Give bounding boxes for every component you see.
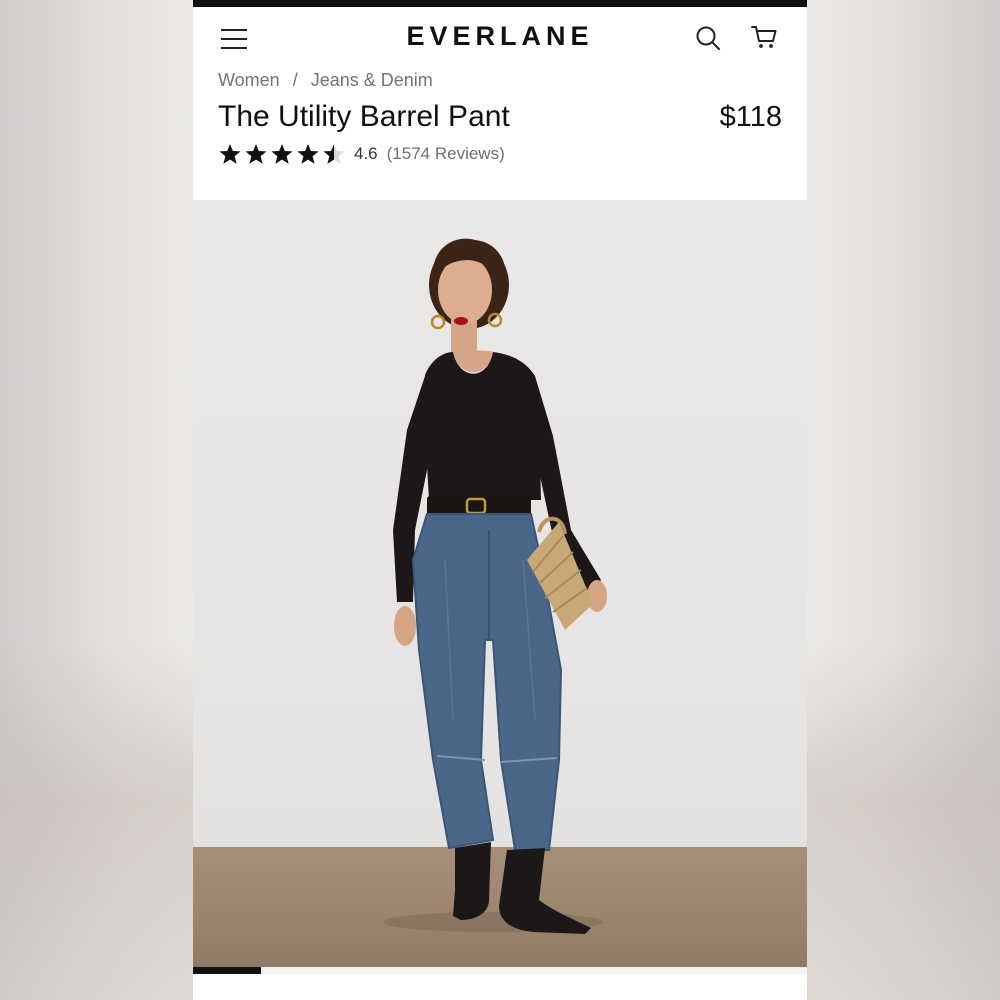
- breadcrumb-women[interactable]: Women: [218, 70, 280, 91]
- product-title: The Utility Barrel Pant: [218, 100, 510, 133]
- star-icon: [297, 144, 319, 164]
- rating-stars: [218, 143, 348, 165]
- carousel-track: [193, 967, 807, 974]
- breadcrumb-separator: /: [292, 70, 298, 90]
- half-star-icon: [323, 144, 345, 164]
- search-icon[interactable]: [695, 25, 721, 51]
- reviews-count-link[interactable]: (1574 Reviews): [387, 144, 505, 164]
- rating-value: 4.6: [354, 144, 378, 163]
- product-rating[interactable]: 4.6 (1574 Reviews): [218, 143, 505, 165]
- app-screen: EVERLANE Women / Jeans & Denim The Utili…: [193, 0, 807, 1000]
- star-icon: [219, 144, 241, 164]
- model-figure: [383, 238, 607, 934]
- product-price: $118: [719, 101, 782, 133]
- carousel-progress-bar[interactable]: [193, 967, 261, 974]
- product-image[interactable]: [193, 200, 807, 970]
- breadcrumb-jeans-denim[interactable]: Jeans & Denim: [311, 70, 433, 91]
- breadcrumb: Women / Jeans & Denim: [218, 70, 433, 91]
- star-icon: [245, 144, 267, 164]
- top-status-bar: [193, 0, 807, 7]
- shopping-cart-icon[interactable]: [750, 23, 778, 51]
- header-nav: EVERLANE: [193, 7, 807, 65]
- star-icon: [271, 144, 293, 164]
